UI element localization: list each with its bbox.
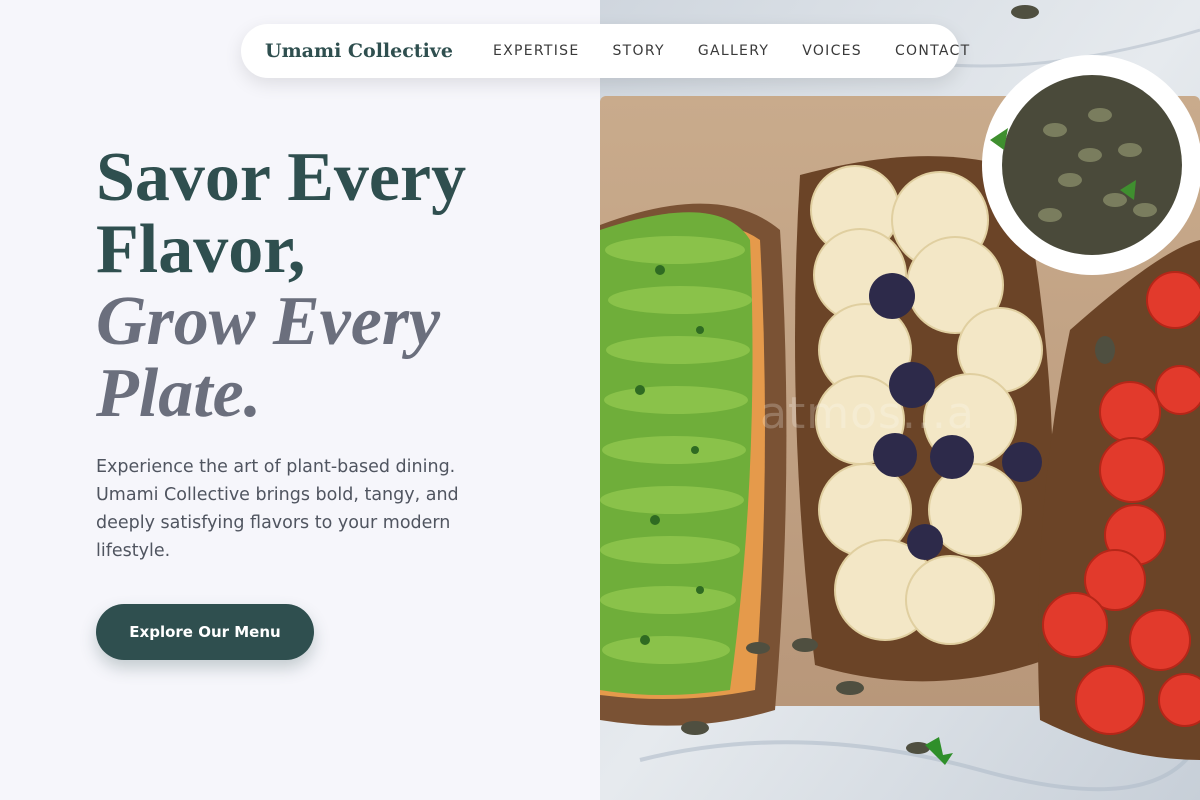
- image-watermark: atmos...a: [760, 388, 975, 439]
- hero-title: Savor Every Flavor, Grow Every Plate.: [96, 142, 556, 430]
- hero-title-line-4: Plate.: [96, 355, 262, 432]
- hero-photo: atmos...a: [600, 0, 1200, 800]
- hero-title-line-1: Savor Every: [96, 139, 467, 216]
- hero-title-line-3: Grow Every: [96, 283, 441, 360]
- hero-title-line-2: Flavor,: [96, 211, 306, 288]
- nav-link-story[interactable]: STORY: [612, 43, 664, 59]
- nav-links: EXPERTISE STORY GALLERY VOICES CONTACT: [493, 43, 971, 59]
- brand-logo[interactable]: Umami Collective: [265, 40, 453, 62]
- hero-description: Experience the art of plant-based dining…: [96, 457, 459, 561]
- nav-link-voices[interactable]: VOICES: [802, 43, 862, 59]
- nav-link-gallery[interactable]: GALLERY: [698, 43, 769, 59]
- explore-menu-button[interactable]: Explore Our Menu: [96, 604, 314, 660]
- nav-link-contact[interactable]: CONTACT: [895, 43, 971, 59]
- nav-link-expertise[interactable]: EXPERTISE: [493, 43, 580, 59]
- navbar: Umami Collective EXPERTISE STORY GALLERY…: [241, 24, 969, 78]
